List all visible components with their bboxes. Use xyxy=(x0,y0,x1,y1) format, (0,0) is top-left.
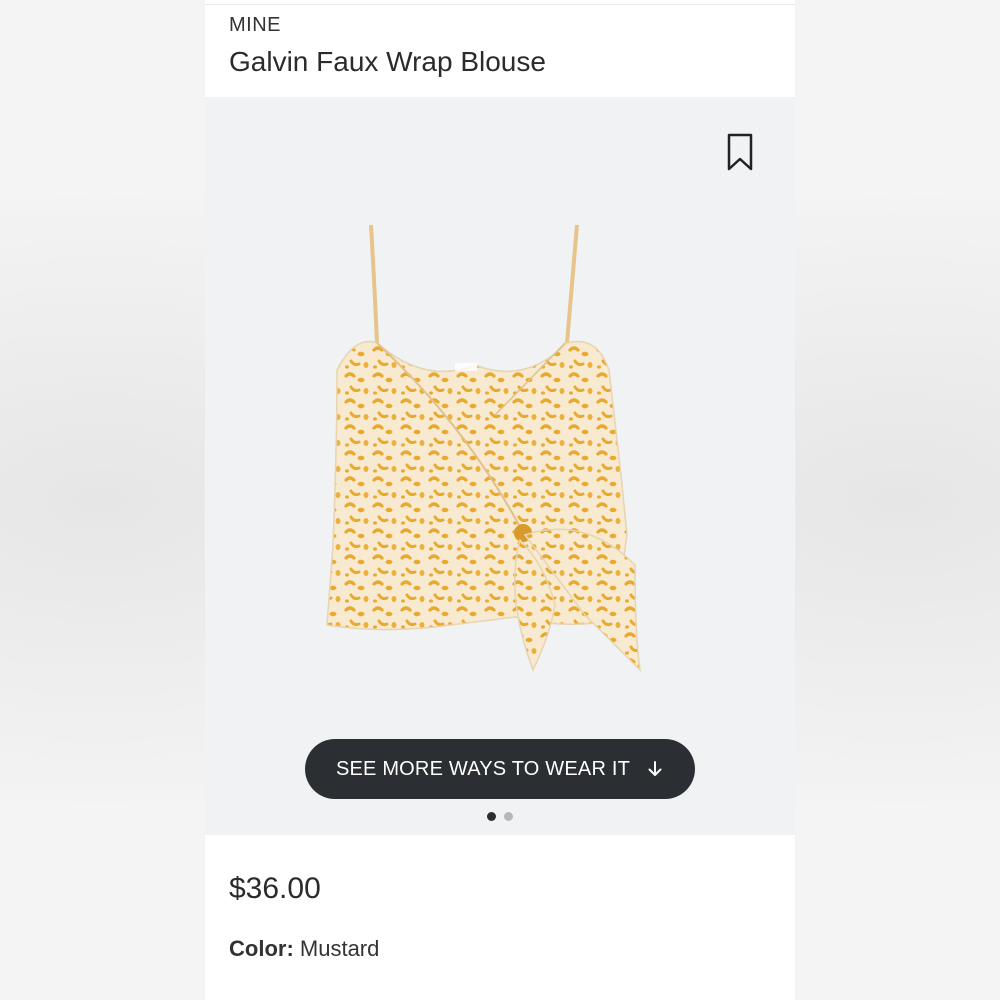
product-image[interactable] xyxy=(315,215,675,715)
see-more-ways-label: SEE MORE WAYS TO WEAR IT xyxy=(335,757,631,780)
color-label: Color: xyxy=(229,936,294,961)
carousel-dots xyxy=(205,812,795,821)
product-gallery[interactable]: SEE MORE WAYS TO WEAR IT xyxy=(205,97,795,835)
arrow-down-icon xyxy=(648,761,662,776)
carousel-dot-2[interactable] xyxy=(504,812,513,821)
brand-name: MINE xyxy=(229,14,281,36)
product-price: $36.00 xyxy=(229,872,321,905)
product-title[interactable]: Galvin Faux Wrap Blouse xyxy=(229,46,546,78)
color-row: Color: Mustard xyxy=(229,936,379,962)
product-screen: MINE Galvin Faux Wrap Blouse SEE MORE WA… xyxy=(205,0,795,1000)
see-more-ways-button[interactable]: SEE MORE WAYS TO WEAR IT xyxy=(305,739,695,799)
color-value: Mustard xyxy=(299,936,380,961)
carousel-dot-1[interactable] xyxy=(487,812,496,821)
top-divider xyxy=(205,4,795,5)
bookmark-icon[interactable] xyxy=(725,132,755,172)
